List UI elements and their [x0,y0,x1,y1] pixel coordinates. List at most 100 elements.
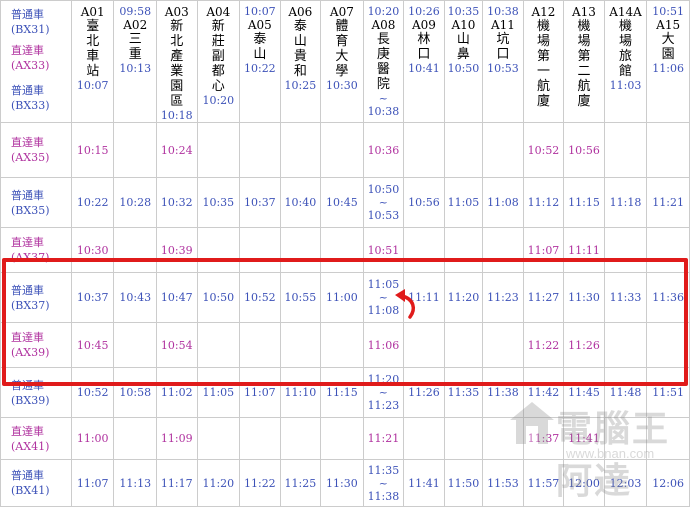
time-cell-text: 10:20 [202,94,235,107]
time-cell: 11:09 [156,417,198,460]
time-cell [320,417,364,460]
header-service-cell: 普通車 (BX31) 直達車 (AX33) 普通車 (BX33) [0,0,72,123]
station-name-char: 林 [417,32,431,47]
time-cell: 11:25 [279,459,322,507]
station-name-char: 院 [376,77,390,92]
header-time: 10:07 [243,5,276,18]
time-cell-text: 10:28 [119,196,152,209]
time-cell [403,322,445,368]
station-name-char: 場 [536,34,550,49]
time-cell: 11:26 [403,367,445,418]
time-cell-text: 10:07 [76,79,109,92]
time-cell-text: 10:45 [76,338,109,352]
station-header: 10:26 A09 林口 10:41 [403,0,445,123]
station-name-char: 區 [170,94,184,109]
time-cell [603,122,648,178]
schedule-row: 普通車 (BX39) 10:52 10:58 11:02 11:05 11:07 11:10 1… [0,367,690,418]
station-code: A09 [411,18,436,32]
time-cell-text: 11:09 [160,432,193,445]
station-name-char: 莊 [211,34,225,49]
time-cell: 10:45 [320,177,364,228]
station-name-char: 新 [170,19,184,34]
service-code: (AX37) [11,251,50,264]
time-cell: 11:33 [603,272,648,323]
time-cell: 10:52 [239,272,281,323]
time-cell: 11:13 [113,459,158,507]
station-name-char: 體 [335,19,349,34]
station-header: A07 體育大學 10:30 [320,0,364,123]
station-name: 新莊副都心 [198,19,239,94]
time-cell: 10:30 [70,227,115,273]
time-cell: 11:20 [196,459,241,507]
time-cell-text: 11:51 [652,386,684,399]
time-cell: 11:21 [646,177,690,228]
time-cell: 11:30 [320,459,364,507]
service-name: 直達車 [11,331,44,344]
station-name-char: 園 [170,79,184,94]
time-cell-text: 11:21 [652,196,684,209]
service-cell: 直達車 (AX41) [0,417,72,460]
time-cell-text: 10:53 [487,62,519,75]
time-cell: 11:20 [443,272,484,323]
time-cell [403,122,445,178]
station-code: A11 [490,18,515,32]
station-name-char: 旅 [619,49,633,64]
time-cell: 10:37 [239,177,281,228]
station-name: 長庚醫院 [364,32,403,92]
station-name-char: 重 [128,47,142,62]
time-cell-text: 11:07 [76,476,109,490]
station-name-char: 臺 [86,19,100,34]
station-header: 10:20 A08 長庚醫院 ~ 10:38 [362,0,405,123]
time-cell: 10:50 ~ 10:53 [362,177,405,228]
time-cell-text: 11:03 [609,79,642,92]
station-name-char: 大 [335,49,349,64]
time-cell-text: 11:18 [609,196,642,209]
time-cell [239,322,281,368]
time-cell-text: 10:50 [202,291,235,304]
header-time: 10:51 [652,5,684,18]
service-name: 普通車 [11,378,44,392]
time-cell-text: 11:33 [609,291,642,304]
time-cell: 10:55 [279,272,322,323]
time-cell [403,417,445,460]
station-name-char: 第 [577,49,591,64]
time-cell-text: 10:13 [119,62,152,75]
station-code: A14A [609,5,642,19]
time-cell: 11:00 [320,272,364,323]
time-cell-text: 11:30 [568,291,600,304]
time-cell [482,322,524,368]
station-name-char: 新 [211,19,225,34]
time-cell: 11:41 [563,417,605,460]
time-cell [113,322,158,368]
time-cell-text: 10:45 [326,196,358,209]
station-name-char: 口 [417,47,431,62]
time-cell-text: 10:40 [284,196,317,209]
station-code: A06 [288,5,313,19]
time-cell-text: 11:11 [568,243,600,257]
time-cell-text: 12:03 [609,476,642,490]
time-cell-text: 10:54 [160,338,193,352]
time-cell: 10:51 [362,227,405,273]
service-cell: 直達車 (AX39) [0,322,72,368]
time-cell [603,322,648,368]
station-name-char: 山 [253,47,267,62]
time-cell: 11:23 [482,272,524,323]
station-code: A07 [329,5,354,19]
schedule-row: 直達車 (AX39) 10:45 10:54 11:06 11:22 11:26 [0,322,690,368]
station-code: A03 [164,5,189,19]
time-cell: 11:38 [482,367,524,418]
time-cell-text: 10:55 [284,291,317,304]
station-name-char: 醫 [376,62,390,77]
station-name: 泰山 [241,32,280,62]
station-name-char: 場 [619,34,633,49]
time-cell: 11:02 [156,367,198,418]
time-cell-text: 11:37 [527,432,560,445]
time-cell-text: 11:05 [202,386,235,399]
time-cell-text: 11:23 [487,291,519,304]
time-cell: 10:15 [70,122,115,178]
time-cell-text: 11:20 [447,291,480,304]
time-cell: 10:35 [196,177,241,228]
time-cell: 11:17 [156,459,198,507]
time-cell: 11:41 [403,459,445,507]
station-code: A12 [531,5,556,19]
